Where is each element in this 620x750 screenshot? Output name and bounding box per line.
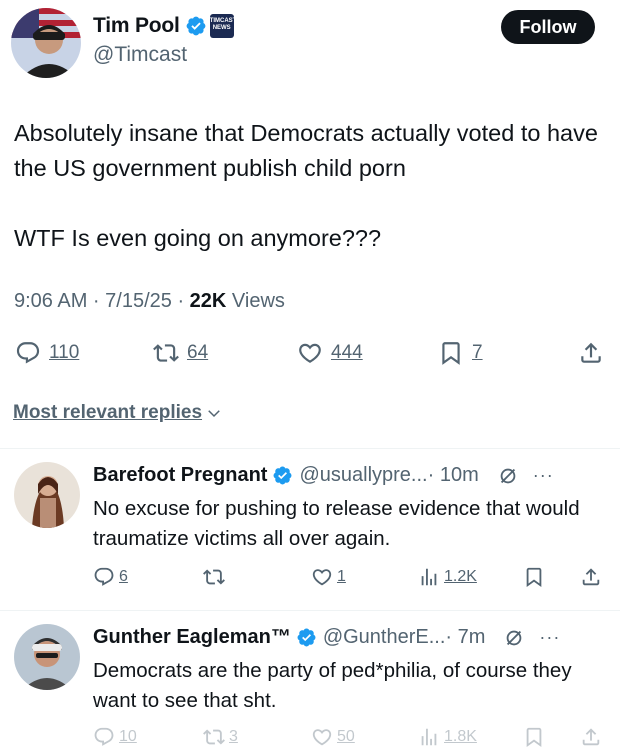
- grok-icon[interactable]: [503, 627, 525, 649]
- reply-button[interactable]: 10: [93, 726, 137, 748]
- replies-sort-dropdown[interactable]: Most relevant replies: [13, 402, 223, 424]
- divider: [0, 448, 620, 449]
- grok-icon[interactable]: [497, 465, 519, 487]
- repost-icon: [203, 729, 225, 745]
- more-options-icon[interactable]: ···: [533, 465, 554, 486]
- reply-count: 10: [119, 728, 137, 745]
- repost-button[interactable]: [203, 566, 229, 588]
- like-button[interactable]: 444: [297, 340, 363, 366]
- heart-icon: [299, 343, 321, 363]
- reply-avatar[interactable]: [14, 462, 80, 528]
- reply-timestamp[interactable]: · 10m: [428, 464, 479, 487]
- share-icon: [582, 728, 600, 746]
- reply-action-bar: 10 3 50 1.8K: [0, 726, 620, 750]
- bookmark-button[interactable]: [523, 566, 545, 588]
- like-count: 444: [331, 342, 363, 363]
- bookmark-icon: [442, 342, 460, 365]
- like-button[interactable]: 1: [311, 566, 346, 588]
- tweet-text: Absolutely insane that Democrats actuall…: [14, 116, 614, 256]
- reply-icon: [94, 567, 114, 586]
- like-button[interactable]: 50: [311, 726, 355, 748]
- more-options-icon[interactable]: ···: [539, 627, 560, 648]
- tweet-meta: 9:06 AM · 7/15/25 · 22K Views: [14, 290, 285, 313]
- reply-text: Democrats are the party of ped*philia, o…: [93, 659, 572, 712]
- verified-badge-icon: [274, 466, 292, 485]
- views-label: Views: [226, 290, 285, 312]
- reply-button[interactable]: 110: [15, 340, 79, 366]
- repost-button[interactable]: 3: [203, 726, 238, 748]
- bookmark-button[interactable]: 7: [438, 340, 483, 366]
- affiliate-badge-icon[interactable]: TIMCAST NEWS: [209, 14, 236, 38]
- reply-icon: [94, 727, 114, 746]
- repost-count: 64: [187, 342, 209, 363]
- reply-action-bar: 6 1 1.2K: [0, 566, 620, 592]
- reply-header: Barefoot Pregnant @usuallypre... · 10m ·…: [93, 464, 613, 487]
- views-button[interactable]: 1.8K: [418, 726, 477, 748]
- share-icon: [581, 342, 601, 363]
- analytics-icon: [421, 728, 437, 746]
- reply-text: No excuse for pushing to release evidenc…: [93, 497, 580, 550]
- share-button[interactable]: [580, 726, 602, 748]
- chevron-down-icon: [208, 410, 220, 418]
- reply-author-handle[interactable]: @GuntherE...: [323, 626, 446, 649]
- like-count: 1: [337, 568, 346, 585]
- repost-icon: [203, 569, 225, 585]
- verified-badge-icon: [186, 16, 206, 36]
- reply-icon: [16, 342, 40, 364]
- reply-author-name[interactable]: Gunther Eagleman™: [93, 626, 291, 649]
- follow-button[interactable]: Follow: [501, 10, 595, 44]
- views-count: 1.8K: [444, 728, 477, 745]
- reply-timestamp[interactable]: · 7m: [445, 626, 485, 649]
- author-avatar[interactable]: [11, 8, 81, 78]
- tweet-body: Absolutely insane that Democrats actuall…: [14, 120, 598, 251]
- reply-button[interactable]: 6: [93, 566, 128, 588]
- reply-author-handle[interactable]: @usuallypre...: [299, 464, 427, 487]
- views-count: 22K: [189, 290, 227, 312]
- heart-icon: [312, 569, 332, 586]
- author-name-row[interactable]: Tim Pool TIMCAST NEWS: [93, 14, 236, 38]
- reply-header: Gunther Eagleman™ @GuntherE... · 7m ···: [93, 626, 613, 649]
- divider: [0, 610, 620, 611]
- share-icon: [582, 568, 600, 586]
- reply-count: 110: [49, 342, 80, 363]
- repost-icon: [153, 344, 179, 362]
- bookmark-icon: [526, 727, 542, 748]
- analytics-icon: [421, 568, 437, 586]
- share-button[interactable]: [578, 340, 604, 366]
- verified-badge-icon: [297, 628, 316, 647]
- bookmark-button[interactable]: [523, 726, 545, 748]
- views-button[interactable]: 1.2K: [418, 566, 477, 588]
- reply-count: 6: [119, 568, 128, 585]
- author-handle[interactable]: @Timcast: [93, 43, 187, 67]
- share-button[interactable]: [580, 566, 602, 588]
- tweet-action-bar: 110 64 444 7: [0, 340, 620, 370]
- reply-avatar[interactable]: [14, 624, 80, 690]
- author-name[interactable]: Tim Pool: [93, 14, 180, 38]
- bookmark-icon: [526, 567, 542, 588]
- tweet-timestamp[interactable]: 9:06 AM · 7/15/25 ·: [14, 290, 190, 312]
- replies-sort-label: Most relevant replies: [13, 402, 203, 423]
- like-count: 50: [337, 728, 355, 745]
- repost-count: 3: [229, 728, 238, 745]
- bookmark-count: 7: [472, 342, 483, 363]
- views-count: 1.2K: [444, 568, 477, 585]
- reply-author-name[interactable]: Barefoot Pregnant: [93, 464, 267, 487]
- heart-icon: [312, 729, 332, 746]
- repost-button[interactable]: 64: [153, 340, 208, 366]
